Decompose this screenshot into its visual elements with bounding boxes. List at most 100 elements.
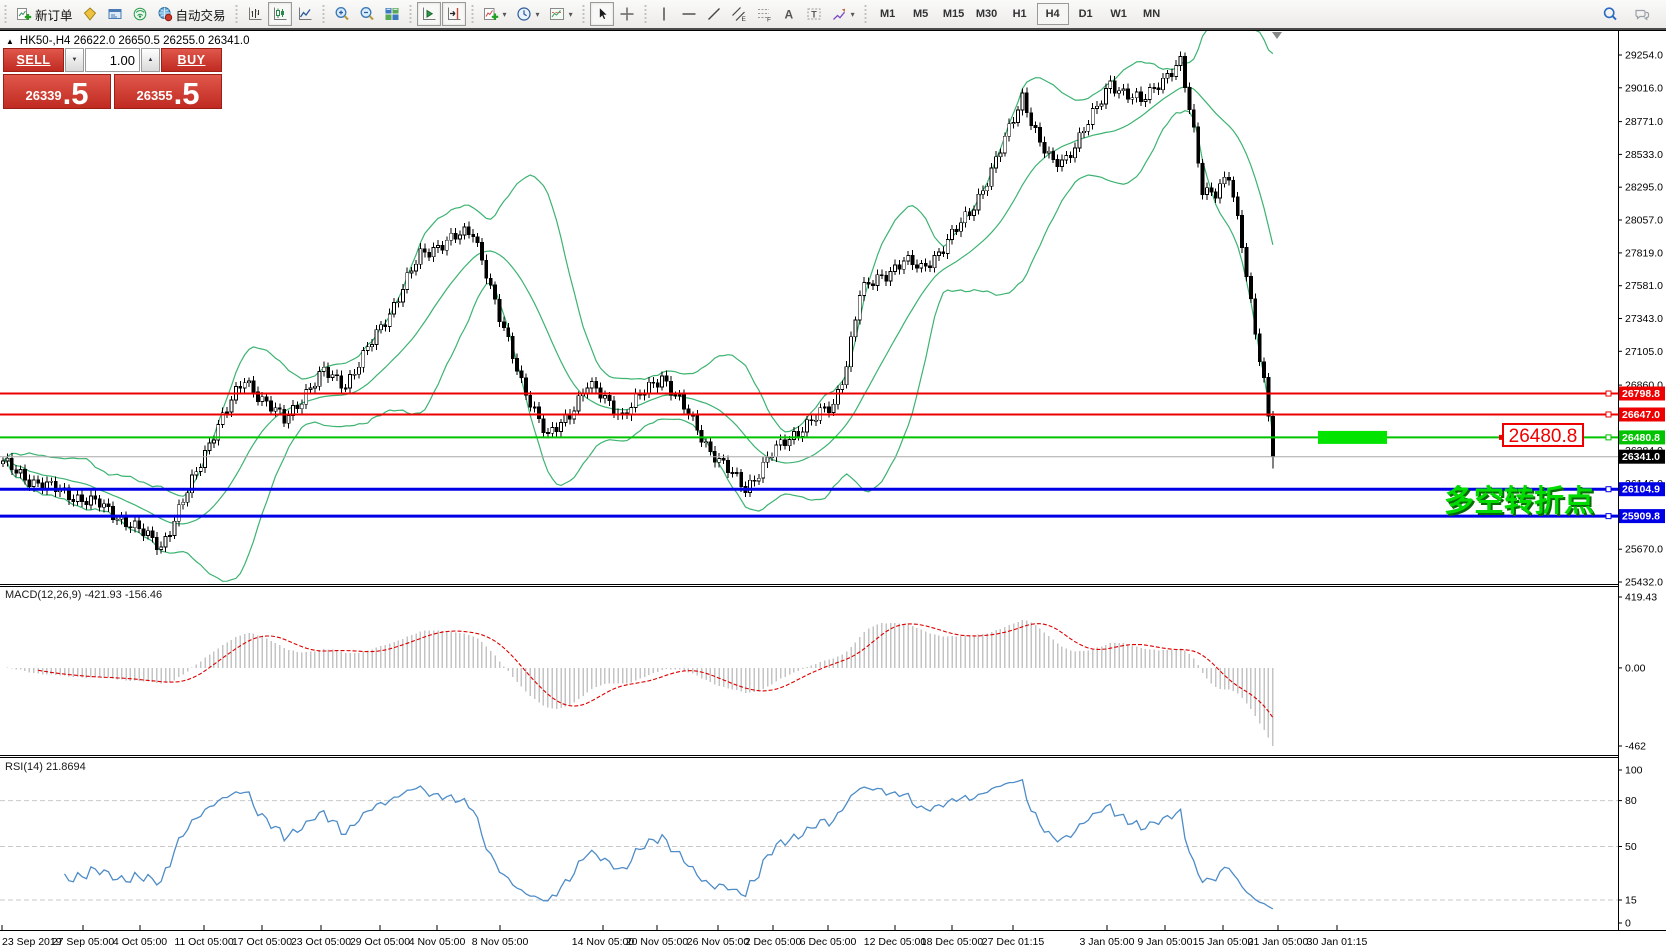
svg-text:4 Oct 05:00: 4 Oct 05:00 (113, 936, 167, 948)
community-button[interactable] (1630, 2, 1654, 26)
fibonacci-button[interactable]: F (752, 2, 776, 26)
svg-text:2 Dec 05:00: 2 Dec 05:00 (745, 936, 802, 948)
svg-text:28771.0: 28771.0 (1625, 116, 1663, 128)
text-button[interactable]: A (777, 2, 801, 26)
volume-increase-button[interactable]: ▲ (141, 48, 160, 72)
auto-scroll-icon (421, 6, 437, 22)
buy-price-main: 26355 (136, 88, 172, 103)
chart-ohlc-title: HK50-,H4 26622.0 26650.5 26255.0 26341.0 (20, 35, 250, 47)
arrows-button[interactable]: ▾ (827, 2, 859, 26)
timeframe-h4-button[interactable]: H4 (1037, 3, 1069, 25)
timeframe-m15-button[interactable]: M15 (938, 3, 970, 25)
toolbar-group: 新订单 自动交易 (9, 2, 233, 26)
periods-button[interactable]: ▾ (512, 2, 544, 26)
timeframe-m30-button[interactable]: M30 (971, 3, 1003, 25)
timeframe-mn-button[interactable]: MN (1136, 3, 1168, 25)
svg-text:E: E (741, 16, 746, 22)
svg-text:0.00: 0.00 (1625, 662, 1646, 674)
vertical-line-icon (656, 6, 672, 22)
zoom-in-icon (334, 6, 350, 22)
chart-shift-button[interactable] (442, 2, 466, 26)
timeframe-m1-button[interactable]: M1 (872, 3, 904, 25)
quotes-button[interactable] (78, 2, 102, 26)
svg-text:27819.0: 27819.0 (1625, 247, 1663, 259)
buy-price-fraction: .5 (174, 81, 200, 107)
volume-decrease-button[interactable]: ▼ (65, 48, 84, 72)
chart-window: 29254.029016.028771.028533.028295.028057… (0, 30, 1666, 950)
timeframe-d1-button[interactable]: D1 (1070, 3, 1102, 25)
data-feed-button[interactable] (128, 2, 152, 26)
svg-text:25432.0: 25432.0 (1625, 577, 1663, 589)
indicators-icon (483, 6, 499, 22)
dropdown-caret-icon: ▾ (503, 10, 507, 19)
toolbar-group (327, 2, 407, 26)
new-order-button[interactable]: 新订单 (12, 2, 77, 26)
svg-text:12 Dec 05:00: 12 Dec 05:00 (864, 936, 927, 948)
svg-text:21 Jan 05:00: 21 Jan 05:00 (1248, 936, 1309, 948)
svg-text:9 Jan 05:00: 9 Jan 05:00 (1138, 936, 1193, 948)
toolbar-grip (408, 4, 413, 24)
button-label: 新订单 (35, 5, 73, 24)
fibonacci-icon: F (756, 6, 772, 22)
price-callout[interactable]: 26480.8 (1499, 424, 1583, 447)
svg-text:11 Oct 05:00: 11 Oct 05:00 (174, 936, 234, 948)
svg-text:26798.8: 26798.8 (1622, 388, 1660, 400)
timeframe-h1-button[interactable]: H1 (1004, 3, 1036, 25)
quotes-icon (82, 6, 98, 22)
templates-icon (549, 6, 565, 22)
toolbar-grip (234, 4, 239, 24)
market-watch-button[interactable] (103, 2, 127, 26)
highlight-segment[interactable] (1318, 431, 1387, 444)
toolbar-grip (3, 4, 8, 24)
tile-windows-icon (384, 6, 400, 22)
sell-button[interactable]: SELL (3, 48, 64, 72)
search-button[interactable] (1598, 2, 1622, 26)
timeframe-m5-button[interactable]: M5 (905, 3, 937, 25)
button-label: 自动交易 (176, 5, 226, 24)
bar-chart-button[interactable] (243, 2, 267, 26)
collapse-triangle-icon[interactable]: ▲ (6, 37, 14, 46)
svg-text:6 Dec 05:00: 6 Dec 05:00 (800, 936, 857, 948)
tile-windows-button[interactable] (380, 2, 404, 26)
svg-text:27 Sep 05:00: 27 Sep 05:00 (52, 936, 115, 948)
line-chart-button[interactable] (293, 2, 317, 26)
auto-scroll-button[interactable] (417, 2, 441, 26)
candlestick-chart-icon (272, 6, 288, 22)
buy-price-display[interactable]: 26355 .5 (114, 74, 222, 109)
zoom-in-button[interactable] (330, 2, 354, 26)
annotation-text[interactable]: 多空转折点多空转折点 (1444, 484, 1596, 521)
chart-canvas[interactable]: 29254.029016.028771.028533.028295.028057… (0, 30, 1666, 950)
chart-shift-icon (446, 6, 462, 22)
crosshair-button[interactable] (615, 2, 639, 26)
periods-icon (516, 6, 532, 22)
autotrading-icon (157, 6, 173, 22)
text-label-button[interactable]: T (802, 2, 826, 26)
zoom-out-button[interactable] (355, 2, 379, 26)
svg-text:26480.8: 26480.8 (1509, 426, 1578, 447)
toolbar-group (240, 2, 320, 26)
templates-button[interactable]: ▾ (545, 2, 577, 26)
autotrading-button[interactable]: 自动交易 (153, 2, 230, 26)
svg-text:26647.0: 26647.0 (1622, 409, 1660, 421)
horizontal-line-button[interactable] (677, 2, 701, 26)
buy-button[interactable]: BUY (161, 48, 222, 72)
sell-price-display[interactable]: 26339 .5 (3, 74, 111, 109)
svg-text:0: 0 (1625, 918, 1631, 930)
toolbar-group (414, 2, 469, 26)
trendline-button[interactable] (702, 2, 726, 26)
toolbar-group: ▾▾▾ (476, 2, 580, 26)
candlestick-chart-button[interactable] (268, 2, 292, 26)
cursor-button[interactable] (590, 2, 614, 26)
sell-price-fraction: .5 (63, 81, 89, 107)
vertical-line-button[interactable] (652, 2, 676, 26)
toolbar: 新订单自动交易▾▾▾EFAT▾M1M5M15M30H1H4D1W1MN (0, 0, 1666, 30)
new-order-icon (16, 6, 32, 22)
equidistant-channel-button[interactable]: E (727, 2, 751, 26)
svg-text:17 Oct 05:00: 17 Oct 05:00 (232, 936, 292, 948)
svg-text:28533.0: 28533.0 (1625, 149, 1663, 161)
market-watch-icon (107, 6, 123, 22)
indicators-button[interactable]: ▾ (479, 2, 511, 26)
timeframe-w1-button[interactable]: W1 (1103, 3, 1135, 25)
volume-input[interactable] (85, 48, 140, 72)
text-label-icon: T (806, 6, 822, 22)
